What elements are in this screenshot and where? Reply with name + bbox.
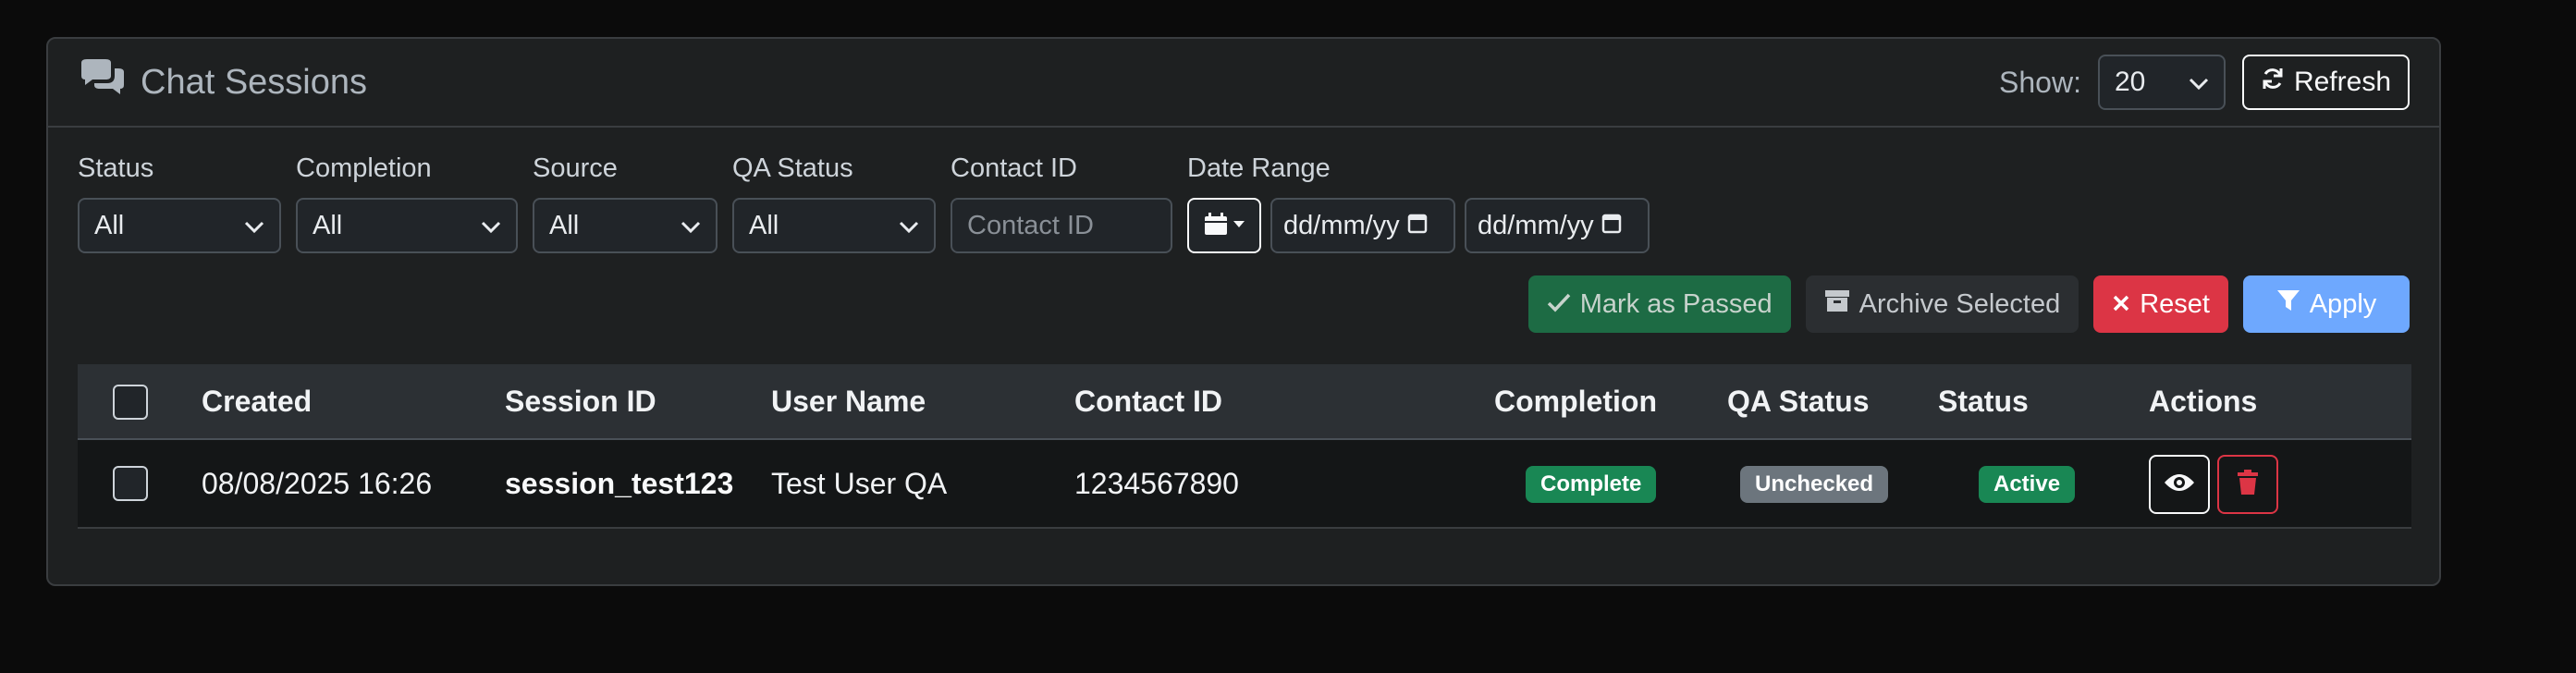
calendar-icon (1407, 211, 1428, 241)
cell-created: 08/08/2025 16:26 (202, 466, 433, 500)
refresh-button[interactable]: Refresh (2241, 55, 2410, 110)
contact-id-filter: Contact ID Contact ID (951, 153, 1172, 253)
date-to-placeholder: dd/mm/yy (1478, 210, 1594, 240)
check-icon (1547, 289, 1571, 320)
chat-sessions-card: Chat Sessions Show: 20 Refresh Status Al… (46, 37, 2441, 586)
col-user-name[interactable]: User Name (771, 385, 926, 419)
source-select-value: All (549, 210, 580, 240)
chevron-down-icon (244, 211, 264, 241)
comments-icon (78, 57, 126, 107)
chevron-down-icon (2189, 67, 2209, 98)
completion-badge: Complete (1526, 464, 1657, 503)
show-label: Show: (1999, 65, 2081, 99)
completion-select-value: All (313, 210, 343, 240)
status-badge: Active (1979, 464, 2076, 503)
qa-status-filter-label: QA Status (732, 153, 853, 183)
view-button[interactable] (2149, 455, 2210, 514)
reset-label: Reset (2140, 288, 2210, 319)
table-header: Created Session ID User Name Contact ID … (78, 364, 2411, 440)
qa-status-badge: Unchecked (1740, 464, 1889, 503)
row-checkbox[interactable] (113, 466, 148, 501)
caret-down-icon (1233, 217, 1245, 234)
table-row[interactable]: 08/08/2025 16:26 session_test123 Test Us… (78, 440, 2411, 529)
status-select-value: All (94, 210, 125, 240)
col-actions: Actions (2149, 384, 2258, 418)
status-filter: Status All (78, 153, 281, 253)
page-size-value: 20 (2114, 67, 2146, 97)
title-text: Chat Sessions (141, 62, 368, 102)
select-all-checkbox[interactable] (113, 385, 148, 420)
mark-passed-label: Mark as Passed (1579, 288, 1773, 319)
bulk-actions: Mark as Passed Archive Selected Reset Ap… (1527, 275, 2410, 333)
archive-selected-button[interactable]: Archive Selected (1805, 275, 2079, 333)
sessions-table: Created Session ID User Name Contact ID … (78, 364, 2411, 529)
date-range-controls: dd/mm/yy dd/mm/yy (1187, 198, 1650, 253)
col-contact-id[interactable]: Contact ID (1074, 385, 1222, 419)
trash-icon (2237, 469, 2259, 500)
completion-badge-text: Complete (1526, 466, 1657, 503)
qa-status-select[interactable]: All (732, 198, 936, 253)
status-filter-label: Status (78, 153, 154, 183)
cell-user-name: Test User QA (771, 466, 948, 500)
reset-button[interactable]: Reset (2093, 275, 2228, 333)
header-controls: Show: 20 Refresh (1999, 55, 2410, 110)
source-select[interactable]: All (533, 198, 718, 253)
completion-select[interactable]: All (296, 198, 518, 253)
eye-icon (2164, 471, 2195, 498)
contact-id-filter-label: Contact ID (951, 153, 1077, 183)
col-qa-status[interactable]: QA Status (1727, 385, 1870, 419)
status-badge-text: Active (1979, 466, 2076, 503)
cell-session-id: session_test123 (505, 466, 734, 500)
apply-label: Apply (2309, 288, 2377, 319)
calendar-icon (1203, 211, 1229, 241)
archive-selected-label: Archive Selected (1858, 288, 2061, 319)
delete-button[interactable] (2217, 455, 2278, 514)
apply-button[interactable]: Apply (2243, 275, 2410, 333)
qa-status-badge-text: Unchecked (1740, 466, 1889, 503)
date-from-placeholder: dd/mm/yy (1283, 210, 1400, 240)
cell-contact-id: 1234567890 (1074, 466, 1239, 500)
qa-status-filter: QA Status All (732, 153, 936, 253)
refresh-label: Refresh (2293, 67, 2391, 97)
contact-id-input[interactable]: Contact ID (951, 198, 1172, 253)
page-size-select[interactable]: 20 (2097, 55, 2226, 110)
date-range-label: Date Range (1187, 153, 1331, 183)
source-filter: Source All (533, 153, 718, 253)
chevron-down-icon (681, 211, 701, 241)
contact-id-placeholder: Contact ID (967, 210, 1094, 240)
col-session-id[interactable]: Session ID (505, 385, 656, 419)
calendar-icon (1601, 211, 1622, 241)
col-completion[interactable]: Completion (1494, 385, 1657, 419)
refresh-icon (2261, 67, 2285, 98)
date-from-input[interactable]: dd/mm/yy (1270, 198, 1455, 253)
chevron-down-icon (899, 211, 919, 241)
filters-panel: Status All Completion All Source All QA … (48, 128, 2439, 275)
date-range-filter: Date Range dd/mm/yy dd/mm/yy (1187, 153, 1650, 253)
mark-passed-button[interactable]: Mark as Passed (1527, 275, 1791, 333)
status-select[interactable]: All (78, 198, 281, 253)
x-icon (2112, 289, 2130, 320)
source-filter-label: Source (533, 153, 618, 183)
chevron-down-icon (481, 211, 501, 241)
page-title: Chat Sessions (78, 57, 367, 107)
date-preset-button[interactable] (1187, 198, 1261, 253)
completion-filter-label: Completion (296, 153, 432, 183)
card-header: Chat Sessions Show: 20 Refresh (48, 39, 2439, 128)
archive-icon (1824, 288, 1850, 320)
completion-filter: Completion All (296, 153, 518, 253)
qa-status-select-value: All (749, 210, 779, 240)
col-status[interactable]: Status (1938, 385, 2029, 419)
date-to-input[interactable]: dd/mm/yy (1465, 198, 1650, 253)
col-created[interactable]: Created (202, 385, 312, 419)
filter-icon (2276, 288, 2300, 320)
